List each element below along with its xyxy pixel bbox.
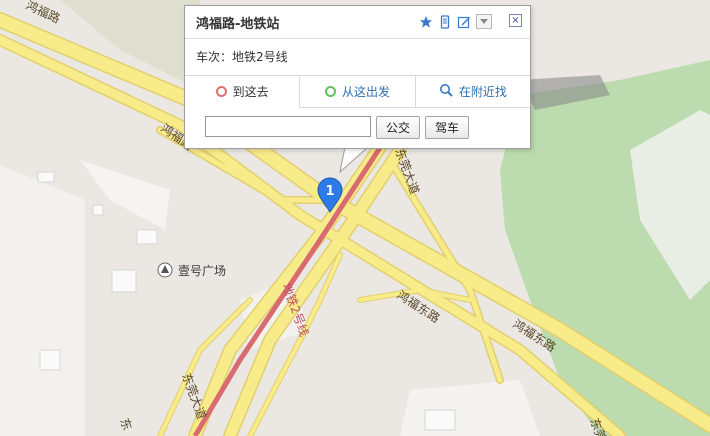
tab-label: 从这出发 [341, 85, 390, 99]
marker-number: 1 [325, 184, 334, 199]
tab-go-here[interactable]: 到这去 [185, 76, 301, 108]
poi-label: 壹号广场 [178, 264, 226, 278]
line-info: 车次：地铁2号线 [196, 50, 288, 64]
popup-toolbar [419, 14, 492, 29]
close-icon[interactable]: × [509, 14, 522, 27]
popup-title: 鸿福路-地铁站 [196, 17, 280, 32]
search-icon [439, 83, 453, 100]
building [424, 409, 456, 431]
edit-icon[interactable] [457, 15, 471, 29]
info-popup: 鸿福路-地铁站 × 车次：地铁2号线 到这去 从这出发 在附近找 公交 驾车 [184, 5, 531, 149]
popup-divider [185, 38, 530, 39]
star-icon[interactable] [419, 15, 433, 29]
green-ring-icon [324, 86, 336, 97]
route-form: 公交 驾车 [205, 116, 470, 139]
tab-label: 在附近找 [458, 85, 507, 99]
building [136, 229, 158, 245]
building [111, 269, 137, 293]
tab-from-here[interactable]: 从这出发 [300, 76, 416, 108]
drive-button[interactable]: 驾车 [425, 116, 470, 139]
building [37, 171, 55, 183]
tab-label: 到这去 [232, 85, 269, 99]
building [92, 204, 104, 216]
land-block [0, 165, 85, 436]
dropdown-icon[interactable] [476, 14, 492, 29]
poi-marker[interactable]: 壹号广场 [157, 262, 226, 278]
phone-icon[interactable] [438, 14, 452, 29]
route-tabs: 到这去 从这出发 在附近找 [185, 75, 530, 108]
building [39, 349, 61, 371]
tab-search-nearby[interactable]: 在附近找 [415, 76, 530, 108]
red-ring-icon [215, 86, 227, 97]
route-input[interactable] [205, 116, 371, 137]
bus-button[interactable]: 公交 [376, 116, 421, 139]
